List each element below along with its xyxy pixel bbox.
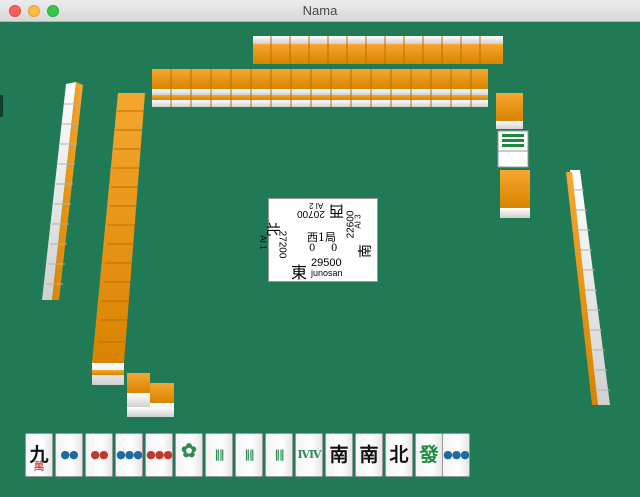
tile-face: 南 bbox=[359, 444, 379, 466]
hand-tile[interactable]: ‖‖ bbox=[205, 433, 233, 477]
honba-counter: 0 bbox=[309, 243, 316, 254]
hand-tile[interactable]: 南 bbox=[355, 433, 383, 477]
north-player-name: AI 1 bbox=[258, 235, 268, 250]
west-wind-label: 西 bbox=[329, 202, 345, 220]
hand-tile[interactable]: 北 bbox=[385, 433, 413, 477]
hand-tile[interactable]: ●● bbox=[85, 433, 113, 477]
hand-tile[interactable]: ✿ bbox=[175, 433, 203, 477]
tile-face: ‖‖ bbox=[274, 448, 285, 461]
hand-tile[interactable]: ‖‖ bbox=[235, 433, 263, 477]
tile-face: ✿ bbox=[181, 440, 197, 462]
tile-suit: 萬 bbox=[33, 460, 45, 473]
drawn-tile[interactable]: ●●● bbox=[442, 433, 470, 477]
east-wind-label: 東 bbox=[291, 263, 308, 282]
hand-tile[interactable]: ⅣⅣ bbox=[295, 433, 323, 477]
tile-face: ●●● bbox=[443, 448, 469, 461]
north-score: 27200 bbox=[276, 230, 288, 259]
hand-tile[interactable]: 南 bbox=[325, 433, 353, 477]
tile-face: ●●● bbox=[116, 448, 142, 461]
tile-face: ‖‖ bbox=[214, 448, 225, 461]
hand-tile[interactable]: 發 bbox=[415, 433, 443, 477]
title-bar: Nama bbox=[0, 0, 640, 22]
tile-face: 北 bbox=[389, 444, 409, 466]
riichi-counter: 0 bbox=[331, 243, 338, 254]
tile-face: ⅣⅣ bbox=[297, 448, 322, 461]
hand-tile[interactable]: 九萬 bbox=[25, 433, 53, 477]
tile-face: 發 bbox=[419, 444, 439, 466]
hand-tile[interactable]: ●●● bbox=[145, 433, 173, 477]
tile-face: 南 bbox=[329, 444, 349, 466]
tile-face: ●● bbox=[90, 448, 108, 461]
tile-face: ●●● bbox=[146, 448, 172, 461]
window-edge bbox=[0, 95, 3, 117]
hand-tile[interactable]: ‖‖ bbox=[265, 433, 293, 477]
south-wind-label: 南 bbox=[358, 244, 374, 258]
hand-tile[interactable]: ●● bbox=[55, 433, 83, 477]
tile-face: ‖‖ bbox=[244, 448, 255, 461]
south-player-name: AI 3 bbox=[353, 214, 363, 229]
window-title: Nama bbox=[302, 3, 338, 18]
east-player-name: junosan bbox=[311, 268, 343, 278]
hand-tile[interactable]: ●●● bbox=[115, 433, 143, 477]
tile-face: ●● bbox=[60, 448, 78, 461]
west-player-name: AI 2 bbox=[309, 201, 324, 210]
score-board: 西1局 0 0 東 29500 junosan 西 20700 AI 2 北 2… bbox=[259, 198, 378, 282]
